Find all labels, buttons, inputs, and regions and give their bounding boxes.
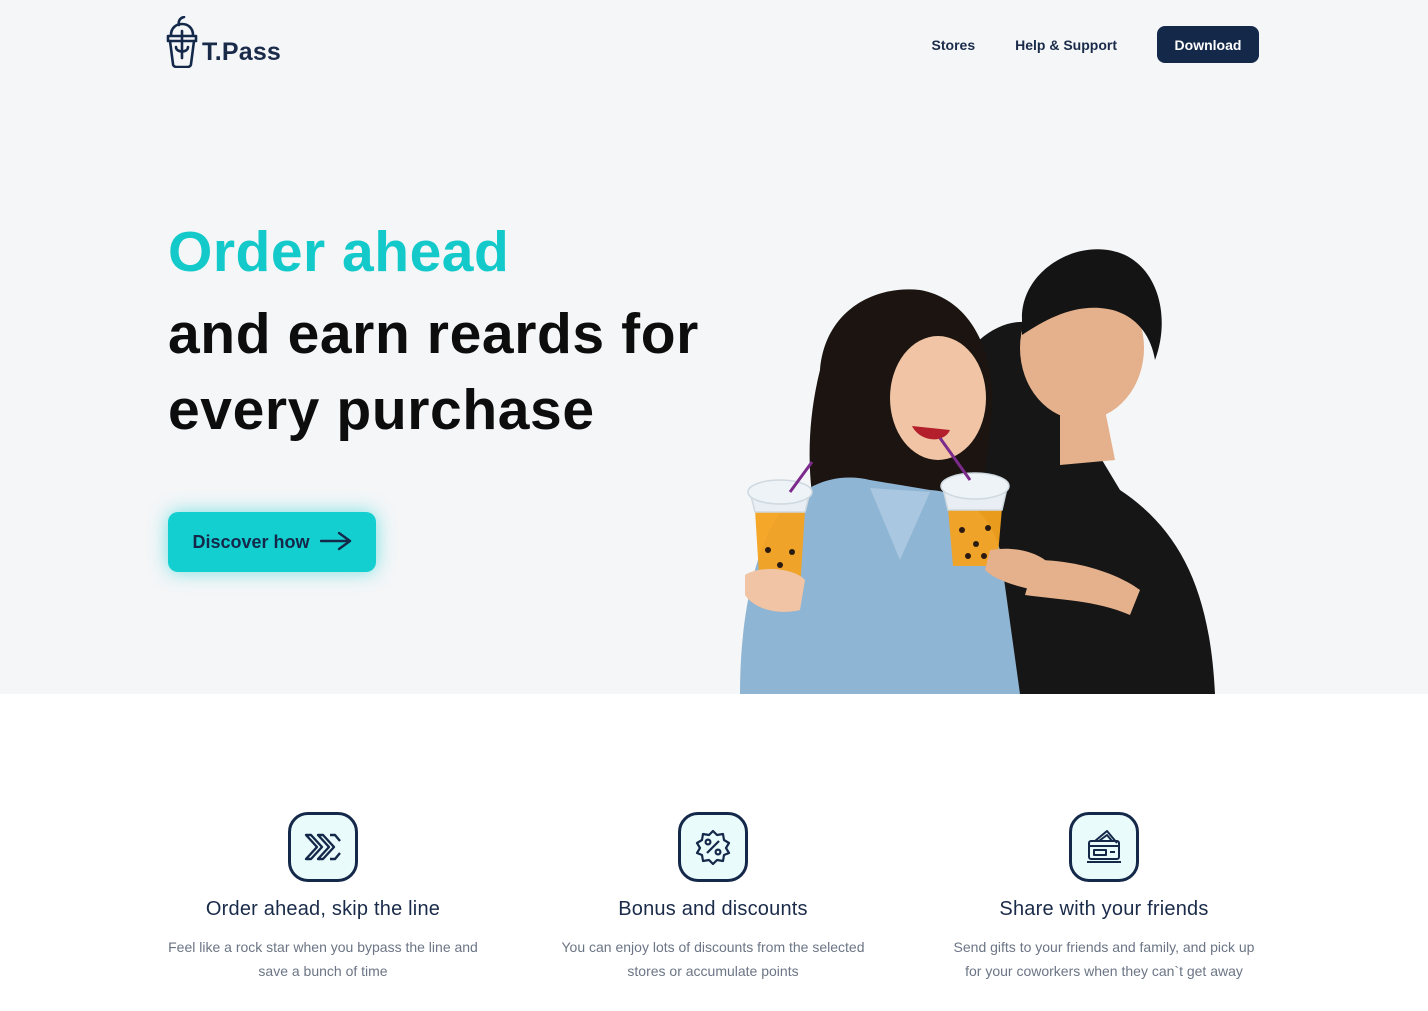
discount-badge-icon [678, 812, 748, 882]
double-chevron-right-icon [288, 812, 358, 882]
hero-headline: Order ahead and earn reards for every pu… [168, 220, 699, 448]
features-section: Order ahead, skip the line Feel like a r… [0, 694, 1428, 1011]
hero-section: T.Pass Stores Help & Support Download Or… [0, 0, 1428, 694]
bubble-tea-cup-icon [166, 16, 198, 68]
feature-share-friends: Share with your friends Send gifts to yo… [909, 812, 1299, 983]
headline-line-3: every purchase [168, 378, 595, 442]
brand-logo[interactable]: T.Pass [166, 16, 281, 68]
gift-cards-icon [1069, 812, 1139, 882]
arrow-right-icon [319, 531, 352, 554]
feature-title: Bonus and discounts [618, 898, 808, 920]
feature-bonus-discounts: Bonus and discounts You can enjoy lots o… [518, 812, 908, 983]
headline-line-2: and earn reards for [168, 302, 699, 366]
nav-link-help-support[interactable]: Help & Support [1015, 37, 1117, 53]
feature-description: Feel like a rock star when you bypass th… [168, 939, 478, 979]
brand-name: T.Pass [202, 38, 282, 66]
discover-how-label: Discover how [192, 531, 310, 552]
download-button[interactable]: Download [1157, 26, 1259, 63]
discover-how-button[interactable]: Discover how [168, 512, 376, 572]
feature-description: Send gifts to your friends and family, a… [953, 939, 1255, 979]
couple-sharing-bubble-tea-photo [700, 230, 1240, 694]
headline-accent: Order ahead [168, 220, 510, 284]
top-nav: Stores Help & Support Download [932, 26, 1259, 63]
feature-title: Share with your friends [999, 898, 1209, 920]
feature-order-ahead: Order ahead, skip the line Feel like a r… [128, 812, 518, 983]
nav-link-stores[interactable]: Stores [932, 37, 976, 53]
feature-description: You can enjoy lots of discounts from the… [561, 939, 865, 979]
feature-title: Order ahead, skip the line [205, 898, 441, 920]
